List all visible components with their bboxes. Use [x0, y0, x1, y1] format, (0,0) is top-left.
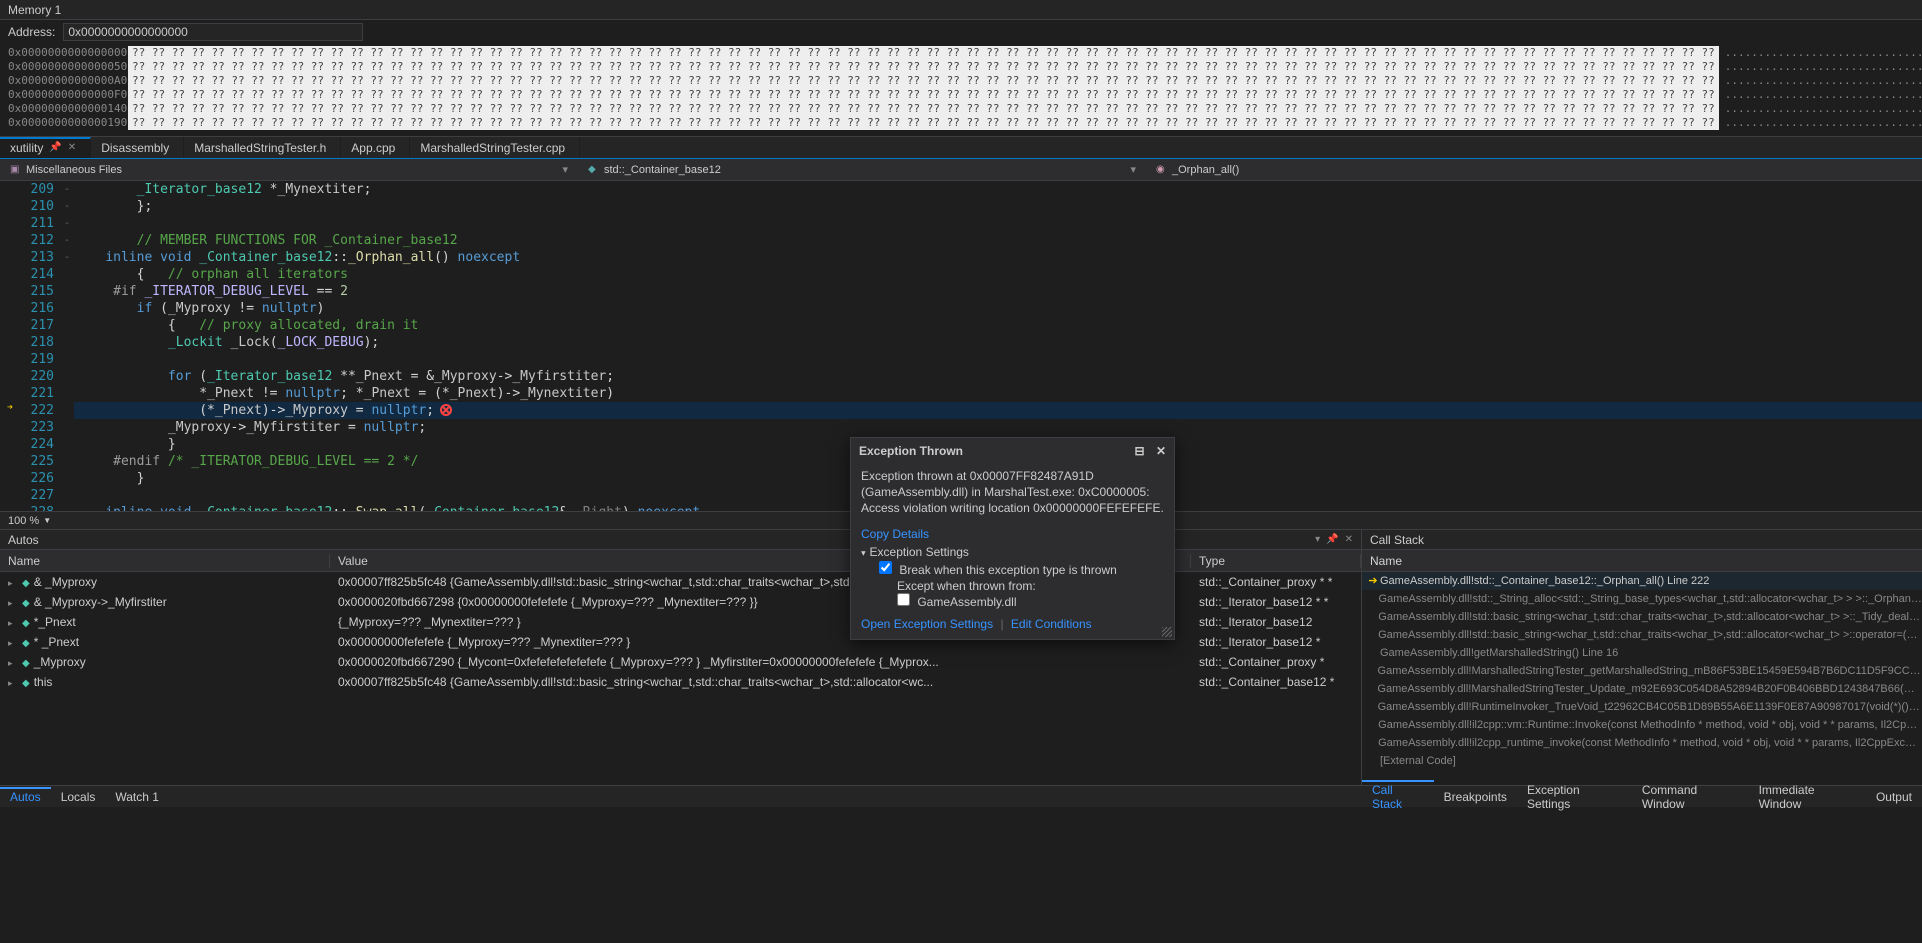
popup-pin-icon[interactable]: ⊟: [1135, 444, 1145, 458]
memory-address-input[interactable]: [63, 23, 363, 41]
break-on-exception-checkbox[interactable]: [879, 561, 892, 574]
zoom-level[interactable]: 100 %: [8, 515, 39, 527]
method-icon: [1156, 164, 1168, 176]
bottom-tabs-left: AutosLocalsWatch 1: [0, 785, 1362, 807]
exception-title: Exception Thrown: [859, 444, 963, 458]
exception-settings-header[interactable]: Exception Settings: [861, 545, 1164, 559]
bottom-tabs-right: Call StackBreakpointsException SettingsC…: [1362, 785, 1922, 807]
bottom-tab-watch-1[interactable]: Watch 1: [105, 787, 169, 807]
except-module-label[interactable]: GameAssembly.dll: [879, 593, 1164, 609]
exception-popup: Exception Thrown ⊟ ✕ Exception thrown at…: [850, 437, 1175, 640]
callstack-frame[interactable]: GameAssembly.dll!std::_String_alloc<std:…: [1362, 590, 1922, 608]
callstack-header: Name: [1362, 550, 1922, 572]
callstack-frame[interactable]: [External Code]: [1362, 752, 1922, 770]
memory-address-label: Address:: [8, 25, 55, 39]
memory-title: Memory 1: [0, 0, 1922, 20]
autos-row[interactable]: ▸◆this0x00007ff825b5fc48 {GameAssembly.d…: [0, 672, 1361, 692]
class-icon: [588, 164, 600, 176]
break-on-exception-label[interactable]: Break when this exception type is thrown: [879, 563, 1117, 577]
callstack-title: Call Stack: [1370, 533, 1424, 547]
memory-row: 0x00000000000000A0?? ?? ?? ?? ?? ?? ?? ?…: [8, 74, 1914, 88]
bottom-tab-command-window[interactable]: Command Window: [1632, 780, 1749, 814]
popup-close-icon[interactable]: ✕: [1156, 444, 1166, 458]
editor-tab-bar: xutility📌✕DisassemblyMarshalledStringTes…: [0, 137, 1922, 159]
memory-dump: 0x0000000000000000?? ?? ?? ?? ?? ?? ?? ?…: [0, 44, 1922, 136]
tab-xutility[interactable]: xutility📌✕: [0, 137, 91, 158]
callstack-col-name[interactable]: Name: [1370, 554, 1402, 568]
autos-col-type[interactable]: Type: [1191, 554, 1361, 568]
callstack-frame[interactable]: GameAssembly.dll!il2cpp::vm::Runtime::In…: [1362, 716, 1922, 734]
pin-icon[interactable]: 📌: [49, 142, 61, 153]
panel-close-icon[interactable]: ✕: [1345, 534, 1353, 545]
memory-row: 0x0000000000000140?? ?? ?? ?? ?? ?? ?? ?…: [8, 102, 1914, 116]
bottom-tab-call-stack[interactable]: Call Stack: [1362, 780, 1434, 814]
bottom-tab-locals[interactable]: Locals: [51, 787, 106, 807]
bottom-tab-immediate-window[interactable]: Immediate Window: [1749, 780, 1866, 814]
callstack-frame[interactable]: GameAssembly.dll!MarshalledStringTester_…: [1362, 662, 1922, 680]
breadcrumb-member-label: _Orphan_all(): [1172, 164, 1239, 176]
memory-row: 0x0000000000000050?? ?? ?? ?? ?? ?? ?? ?…: [8, 60, 1914, 74]
panel-pin-icon[interactable]: 📌: [1326, 534, 1338, 545]
tab-disassembly[interactable]: Disassembly: [91, 137, 184, 158]
autos-title: Autos: [8, 533, 39, 547]
breadcrumb-file-label: Miscellaneous Files: [26, 164, 122, 176]
zoom-dropdown-icon[interactable]: ▼: [43, 516, 51, 525]
callstack-frame[interactable]: GameAssembly.dll!getMarshalledString() L…: [1362, 644, 1922, 662]
resize-grip-icon[interactable]: [1162, 627, 1172, 637]
copy-details-link[interactable]: Copy Details: [851, 523, 939, 545]
bottom-tab-exception-settings[interactable]: Exception Settings: [1517, 780, 1632, 814]
bottom-tab-output[interactable]: Output: [1866, 787, 1922, 807]
memory-row: 0x0000000000000000?? ?? ?? ?? ?? ?? ?? ?…: [8, 46, 1914, 60]
callstack-frame[interactable]: GameAssembly.dll!il2cpp_runtime_invoke(c…: [1362, 734, 1922, 752]
autos-col-name[interactable]: Name: [0, 554, 330, 568]
breadcrumb-file[interactable]: Miscellaneous Files ▾: [4, 163, 574, 176]
callstack-frame[interactable]: ➔GameAssembly.dll!std::_Container_base12…: [1362, 572, 1922, 590]
breadcrumb-scope-label: std::_Container_base12: [604, 164, 721, 176]
exception-body: Exception thrown at 0x00007FF82487A91D (…: [851, 464, 1174, 523]
tab-marshalledstringtester-h[interactable]: MarshalledStringTester.h: [184, 137, 341, 158]
close-icon[interactable]: ✕: [68, 142, 76, 153]
memory-row: 0x00000000000000F0?? ?? ?? ?? ?? ?? ?? ?…: [8, 88, 1914, 102]
callstack-panel: Call Stack Name ➔GameAssembly.dll!std::_…: [1362, 530, 1922, 785]
breadcrumb-member[interactable]: _Orphan_all(): [1150, 164, 1245, 176]
open-exception-settings-link[interactable]: Open Exception Settings: [861, 617, 993, 631]
except-module-checkbox[interactable]: [897, 593, 910, 606]
bottom-tab-breakpoints[interactable]: Breakpoints: [1434, 787, 1517, 807]
memory-panel: Memory 1 Address: 0x0000000000000000?? ?…: [0, 0, 1922, 137]
callstack-frame[interactable]: GameAssembly.dll!MarshalledStringTester_…: [1362, 680, 1922, 698]
callstack-frame[interactable]: GameAssembly.dll!RuntimeInvoker_TrueVoid…: [1362, 698, 1922, 716]
panel-dropdown-icon[interactable]: ▾: [1315, 534, 1320, 545]
tab-app-cpp[interactable]: App.cpp: [341, 137, 410, 158]
bottom-tab-autos[interactable]: Autos: [0, 787, 51, 807]
except-when-label: Except when thrown from:: [879, 579, 1164, 593]
autos-row[interactable]: ▸◆_Myproxy0x0000020fbd667290 {_Mycont=0x…: [0, 652, 1361, 672]
error-icon: [440, 404, 452, 416]
callstack-frame[interactable]: GameAssembly.dll!std::basic_string<wchar…: [1362, 626, 1922, 644]
file-icon: [10, 164, 22, 176]
memory-row: 0x0000000000000190?? ?? ?? ?? ?? ?? ?? ?…: [8, 116, 1914, 130]
breadcrumb-scope[interactable]: std::_Container_base12 ▾: [582, 163, 1142, 176]
tab-marshalledstringtester-cpp[interactable]: MarshalledStringTester.cpp: [410, 137, 580, 158]
breadcrumb-bar: Miscellaneous Files ▾ std::_Container_ba…: [0, 159, 1922, 181]
edit-conditions-link[interactable]: Edit Conditions: [1011, 617, 1092, 631]
callstack-frame[interactable]: GameAssembly.dll!std::basic_string<wchar…: [1362, 608, 1922, 626]
